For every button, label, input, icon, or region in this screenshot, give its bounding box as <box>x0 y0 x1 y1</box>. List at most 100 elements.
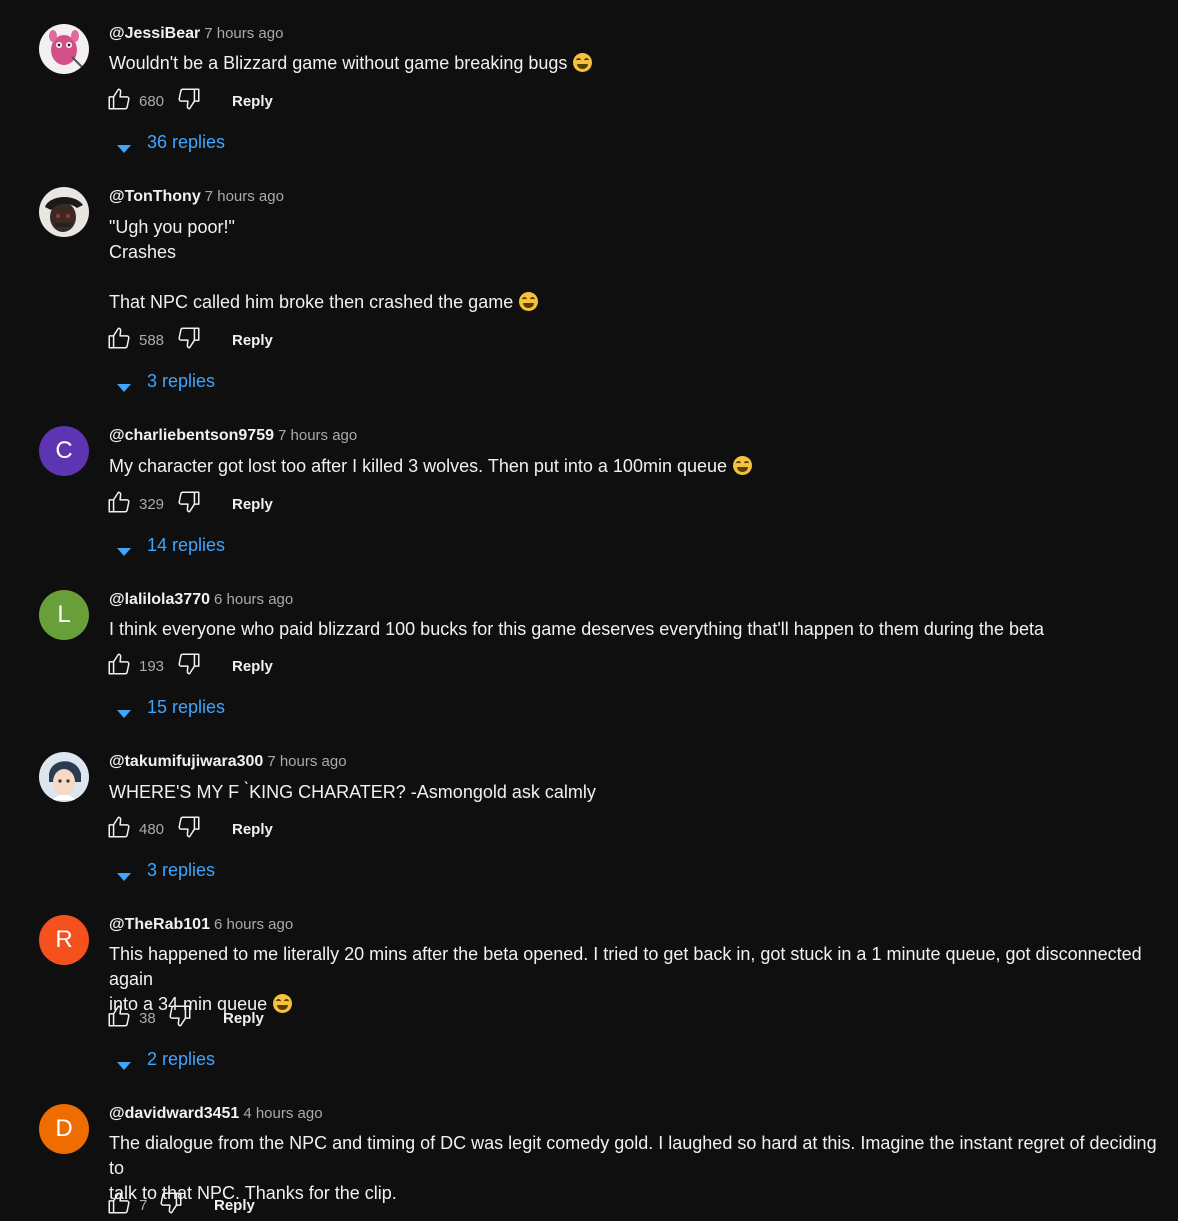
reply-button[interactable]: Reply <box>232 658 273 675</box>
like-button[interactable] <box>106 1003 132 1034</box>
replies-count-label: 3 replies <box>147 371 216 391</box>
thumbs-down-icon <box>167 1003 193 1034</box>
comment-text-content: I think everyone who paid blizzard 100 b… <box>109 619 1044 639</box>
reply-button[interactable]: Reply <box>223 1010 264 1027</box>
comment-text-line <box>109 265 1160 290</box>
comment-text-content: The dialogue from the NPC and timing of … <box>109 1133 1162 1178</box>
author-name[interactable]: @lalilola3770 <box>109 591 210 608</box>
comment-text-content: That NPC called him broke then crashed t… <box>109 292 514 312</box>
author-name[interactable]: @davidward3451 <box>109 1105 239 1122</box>
avatar-letter: D <box>55 1115 73 1142</box>
like-button[interactable] <box>106 1191 132 1218</box>
dislike-button[interactable] <box>167 1003 193 1034</box>
reply-button[interactable]: Reply <box>214 1197 255 1214</box>
comment-actions: 680 Reply <box>106 86 273 117</box>
avatar[interactable]: C <box>39 426 89 476</box>
author-name[interactable]: @takumifujiwara300 <box>109 753 263 770</box>
view-replies-button[interactable]: 3 replies <box>116 860 215 881</box>
like-count: 588 <box>139 331 165 349</box>
replies-count-label: 14 replies <box>147 535 226 555</box>
caret-down-icon <box>116 866 132 881</box>
comment-timestamp[interactable]: 6 hours ago <box>214 591 293 608</box>
comment-text-line: My character got lost too after I killed… <box>109 454 1160 479</box>
like-button[interactable] <box>106 814 132 845</box>
thumbs-up-icon <box>106 86 132 117</box>
thumbs-up-icon <box>106 814 132 845</box>
avatar[interactable]: L <box>39 590 89 640</box>
dislike-button[interactable] <box>176 490 202 517</box>
dislike-button[interactable] <box>158 1191 184 1218</box>
like-count: 680 <box>139 92 165 110</box>
author-name[interactable]: @charliebentson9759 <box>109 427 274 444</box>
person-hat-avatar[interactable] <box>39 187 89 237</box>
caret-down-icon <box>116 377 132 392</box>
thumbs-up-icon <box>106 325 132 356</box>
comment-text: Wouldn't be a Blizzard game without game… <box>109 51 1160 76</box>
comment-timestamp[interactable]: 7 hours ago <box>278 427 357 444</box>
caret-down-icon <box>116 138 132 153</box>
comment-text-line: WHERE'S MY F ̀KING CHARATER? -Asmongold … <box>109 780 1160 805</box>
comment-text-line: I think everyone who paid blizzard 100 b… <box>109 617 1160 642</box>
like-button[interactable] <box>106 490 132 517</box>
thumbs-down-icon <box>176 651 202 682</box>
comment-text-line: "Ugh you poor!" <box>109 215 1160 240</box>
comment-header: @takumifujiwara300 7 hours ago <box>109 753 347 771</box>
like-button[interactable] <box>106 86 132 117</box>
dislike-button[interactable] <box>176 815 202 842</box>
comment-timestamp[interactable]: 7 hours ago <box>204 25 283 42</box>
comment-timestamp[interactable]: 4 hours ago <box>243 1105 322 1122</box>
author-name[interactable]: @TonThony <box>109 188 201 205</box>
comment-actions: 329 Reply <box>106 490 273 517</box>
dislike-button[interactable] <box>176 87 202 114</box>
comment-header: @charliebentson9759 7 hours ago <box>109 427 357 445</box>
replies-count-label: 36 replies <box>147 132 226 152</box>
like-button[interactable] <box>106 325 132 356</box>
caret-down-icon <box>116 541 132 556</box>
avatar[interactable]: D <box>39 1104 89 1154</box>
comment-text-content: My character got lost too after I killed… <box>109 456 728 476</box>
author-name[interactable]: @TheRab101 <box>109 916 210 933</box>
laughing-emoji <box>273 994 293 1013</box>
dislike-button[interactable] <box>176 325 202 356</box>
view-replies-button[interactable]: 3 replies <box>116 371 215 392</box>
comment-actions: 7 Reply <box>106 1191 255 1218</box>
comment-timestamp[interactable]: 6 hours ago <box>214 916 293 933</box>
thumbs-up-icon <box>106 1003 132 1034</box>
comment-actions: 480 Reply <box>106 814 273 845</box>
rolling-laughing-emoji <box>519 292 539 311</box>
comment-text-line: That NPC called him broke then crashed t… <box>109 290 1160 315</box>
view-replies-button[interactable]: 2 replies <box>116 1049 215 1070</box>
like-count: 38 <box>139 1009 156 1027</box>
comment-text: I think everyone who paid blizzard 100 b… <box>109 617 1160 642</box>
comment-timestamp[interactable]: 7 hours ago <box>205 188 284 205</box>
pink-character-avatar[interactable] <box>39 24 89 74</box>
comment-header: @TheRab101 6 hours ago <box>109 916 293 934</box>
comment-text-content: WHERE'S MY F ̀KING CHARATER? -Asmongold … <box>109 782 596 802</box>
comment-timestamp[interactable]: 7 hours ago <box>267 753 346 770</box>
author-name[interactable]: @JessiBear <box>109 25 200 42</box>
caret-down-icon <box>116 703 132 718</box>
avatar-letter: C <box>55 437 73 464</box>
laughing-emoji <box>733 456 753 475</box>
comment-header: @TonThony 7 hours ago <box>109 188 284 206</box>
comment-text-content: Crashes <box>109 242 177 262</box>
like-count: 193 <box>139 657 165 675</box>
comment-text: "Ugh you poor!" Crashes That NPC called hi… <box>109 215 1160 315</box>
comment-header: @lalilola3770 6 hours ago <box>109 591 293 609</box>
comment-header: @davidward3451 4 hours ago <box>109 1105 323 1123</box>
like-button[interactable] <box>106 651 132 682</box>
dislike-button[interactable] <box>176 651 202 682</box>
reply-button[interactable]: Reply <box>232 496 273 513</box>
avatar[interactable]: R <box>39 915 89 965</box>
view-replies-button[interactable]: 36 replies <box>116 132 225 153</box>
reply-button[interactable]: Reply <box>232 93 273 110</box>
thumbs-down-icon <box>176 325 202 356</box>
reply-button[interactable]: Reply <box>232 332 273 349</box>
comment-text-line: The dialogue from the NPC and timing of … <box>109 1131 1160 1181</box>
view-replies-button[interactable]: 15 replies <box>116 697 225 718</box>
comment-text: WHERE'S MY F ̀KING CHARATER? -Asmongold … <box>109 780 1160 805</box>
thumbs-up-icon <box>106 651 132 682</box>
view-replies-button[interactable]: 14 replies <box>116 535 225 556</box>
reply-button[interactable]: Reply <box>232 821 273 838</box>
anime-character-avatar[interactable] <box>39 752 89 802</box>
